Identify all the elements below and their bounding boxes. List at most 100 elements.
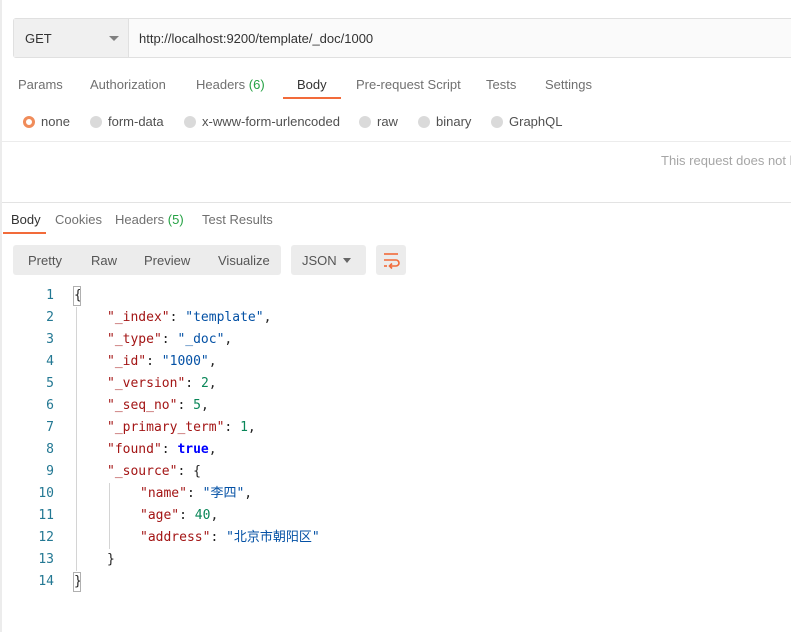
json-comma: , — [208, 376, 217, 391]
tab-label: Cookies — [55, 212, 102, 227]
line-number: 8 — [46, 442, 54, 457]
tab-body[interactable]: Body — [297, 77, 327, 92]
divider — [2, 141, 791, 142]
view-preview-button[interactable]: Preview — [144, 253, 190, 268]
json-colon: : — [224, 420, 241, 435]
json-key: "_seq_no" — [107, 398, 178, 413]
code-text: "age": 40, — [140, 505, 218, 527]
tab-label: Settings — [545, 77, 592, 92]
json-key: "_version" — [107, 376, 186, 391]
response-tab-headers[interactable]: Headers (5) — [115, 212, 184, 227]
response-tab-test-results[interactable]: Test Results — [202, 212, 273, 227]
radio-icon — [359, 116, 371, 128]
radio-label: binary — [436, 114, 472, 129]
view-pretty-button[interactable]: Pretty — [28, 253, 62, 268]
json-value: "李四" — [202, 486, 245, 501]
json-key: "_primary_term" — [107, 420, 225, 435]
response-tab-body[interactable]: Body — [11, 212, 41, 227]
tab-pre-request-script[interactable]: Pre-request Script — [356, 77, 461, 92]
radio-icon — [491, 116, 503, 128]
json-value: "1000" — [161, 354, 209, 369]
json-value: { — [193, 464, 201, 479]
code-text: "address": "北京市朝阳区" — [140, 527, 320, 549]
url-input[interactable]: http://localhost:9200/template/_doc/1000 — [139, 31, 373, 46]
json-key: "found" — [107, 442, 162, 457]
json-colon: : — [185, 376, 201, 391]
code-text: "_type": "_doc", — [107, 329, 232, 351]
radio-icon — [184, 116, 196, 128]
code-line: 12 "address": "北京市朝阳区" — [0, 527, 791, 549]
bracket-match-highlight — [73, 572, 81, 592]
active-tab-indicator — [283, 97, 341, 99]
line-number: 7 — [46, 420, 54, 435]
wrap-lines-button[interactable] — [376, 245, 406, 275]
radio-form-data[interactable]: form-data — [90, 114, 164, 129]
tab-headers[interactable]: Headers (6) — [196, 77, 265, 92]
chevron-down-icon — [109, 36, 119, 41]
radio-x-www-form-urlencoded[interactable]: x-www-form-urlencoded — [184, 114, 340, 129]
json-comma: , — [208, 442, 217, 457]
radio-binary[interactable]: binary — [418, 114, 471, 129]
code-line: 10 "name": "李四", — [0, 483, 791, 505]
line-number: 11 — [38, 508, 54, 523]
tab-label: Tests — [486, 77, 517, 92]
radio-selected-icon — [23, 116, 35, 128]
tab-label: Authorization — [90, 77, 166, 92]
json-key: "_source" — [107, 464, 178, 479]
json-value: 1 — [240, 420, 248, 435]
json-comma: , — [224, 332, 233, 347]
chevron-down-icon — [343, 258, 351, 263]
code-text: "_index": "template", — [107, 307, 271, 329]
tab-label: Params — [18, 77, 63, 92]
radio-graphql[interactable]: GraphQL — [491, 114, 562, 129]
tab-authorization[interactable]: Authorization — [90, 77, 166, 92]
tab-count: (5) — [167, 212, 184, 227]
radio-raw[interactable]: raw — [359, 114, 398, 129]
json-brace: } — [107, 552, 115, 567]
method-label: GET — [25, 31, 52, 46]
format-label: JSON — [302, 253, 337, 268]
json-key: "_index" — [107, 310, 170, 325]
method-select[interactable]: GET — [14, 19, 129, 57]
body-type-options: none form-data x-www-form-urlencoded raw… — [0, 112, 791, 134]
code-line: 11 "age": 40, — [0, 505, 791, 527]
json-colon: : — [177, 398, 194, 413]
line-number: 14 — [38, 574, 54, 589]
tab-tests[interactable]: Tests — [486, 77, 516, 92]
response-tab-cookies[interactable]: Cookies — [55, 212, 102, 227]
tab-label: Pre-request Script — [356, 77, 461, 92]
view-raw-button[interactable]: Raw — [91, 253, 117, 268]
radio-none[interactable]: none — [23, 114, 70, 129]
code-text: "_id": "1000", — [107, 351, 217, 373]
tab-settings[interactable]: Settings — [545, 77, 592, 92]
json-value: "_doc" — [177, 332, 225, 347]
tab-params[interactable]: Params — [18, 77, 63, 92]
json-value: "template" — [185, 310, 264, 325]
json-colon: : — [161, 442, 178, 457]
json-value: 5 — [193, 398, 201, 413]
view-visualize-button[interactable]: Visualize — [218, 253, 270, 268]
radio-label: x-www-form-urlencoded — [202, 114, 340, 129]
code-line: 3 "_type": "_doc", — [0, 329, 791, 351]
radio-icon — [90, 116, 102, 128]
request-bar: GET http://localhost:9200/template/_doc/… — [13, 18, 791, 58]
tab-label: Headers — [115, 212, 165, 227]
json-colon: : — [161, 332, 178, 347]
json-value: true — [177, 442, 209, 457]
json-comma: , — [200, 398, 209, 413]
radio-label: GraphQL — [509, 114, 563, 129]
code-line: 13} — [0, 549, 791, 571]
code-line: 2 "_index": "template", — [0, 307, 791, 329]
divider — [2, 202, 791, 203]
json-key: "address" — [140, 530, 211, 545]
radio-label: none — [41, 114, 70, 129]
response-body-viewer[interactable]: 1{2 "_index": "template", 3 "_type": "_doc"… — [0, 285, 791, 605]
json-colon: : — [179, 508, 195, 523]
line-number: 2 — [46, 310, 54, 325]
format-select[interactable]: JSON — [291, 245, 366, 275]
radio-label: raw — [377, 114, 398, 129]
code-line: 9 "_source": { — [0, 461, 791, 483]
tab-label: Headers — [196, 77, 246, 92]
no-body-message: This request does not h — [661, 153, 791, 168]
code-line: 6 "_seq_no": 5, — [0, 395, 791, 417]
